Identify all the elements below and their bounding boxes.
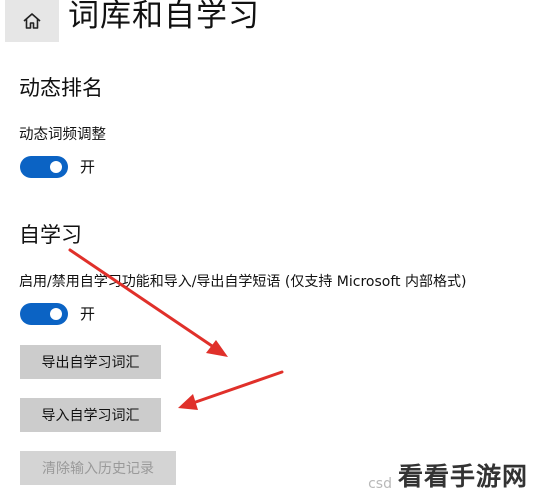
settings-page: 词库和自学习 动态排名 动态词频调整 开 自学习 启用/禁用自学习功能和导入/导… xyxy=(0,0,538,500)
toggle-knob xyxy=(50,308,62,320)
export-self-learning-button[interactable]: 导出自学习词汇 xyxy=(20,345,161,379)
section-title-dynamic-ranking: 动态排名 xyxy=(19,76,103,100)
home-icon xyxy=(22,11,42,31)
section-title-self-learning: 自学习 xyxy=(19,223,82,247)
import-self-learning-button[interactable]: 导入自学习词汇 xyxy=(20,398,161,432)
dynamic-frequency-label: 动态词频调整 xyxy=(19,127,106,143)
page-title: 词库和自学习 xyxy=(68,0,260,34)
dynamic-frequency-toggle-row: 开 xyxy=(20,156,95,178)
arrow-to-import xyxy=(178,370,284,410)
clear-input-history-button[interactable]: 清除输入历史记录 xyxy=(20,451,176,485)
toggle-knob xyxy=(50,161,62,173)
watermark-prefix: csd xyxy=(368,476,392,492)
dynamic-frequency-toggle-state: 开 xyxy=(80,158,96,176)
self-learning-toggle[interactable] xyxy=(20,303,68,325)
dynamic-frequency-toggle[interactable] xyxy=(20,156,68,178)
watermark: csd 看看手游网 xyxy=(368,460,532,494)
self-learning-toggle-row: 开 xyxy=(20,303,95,325)
self-learning-toggle-state: 开 xyxy=(80,305,96,323)
self-learning-label: 启用/禁用自学习功能和导入/导出自学短语 (仅支持 Microsoft 内部格式… xyxy=(19,274,467,290)
home-button[interactable] xyxy=(5,0,59,42)
watermark-text: 看看手游网 xyxy=(393,460,532,494)
